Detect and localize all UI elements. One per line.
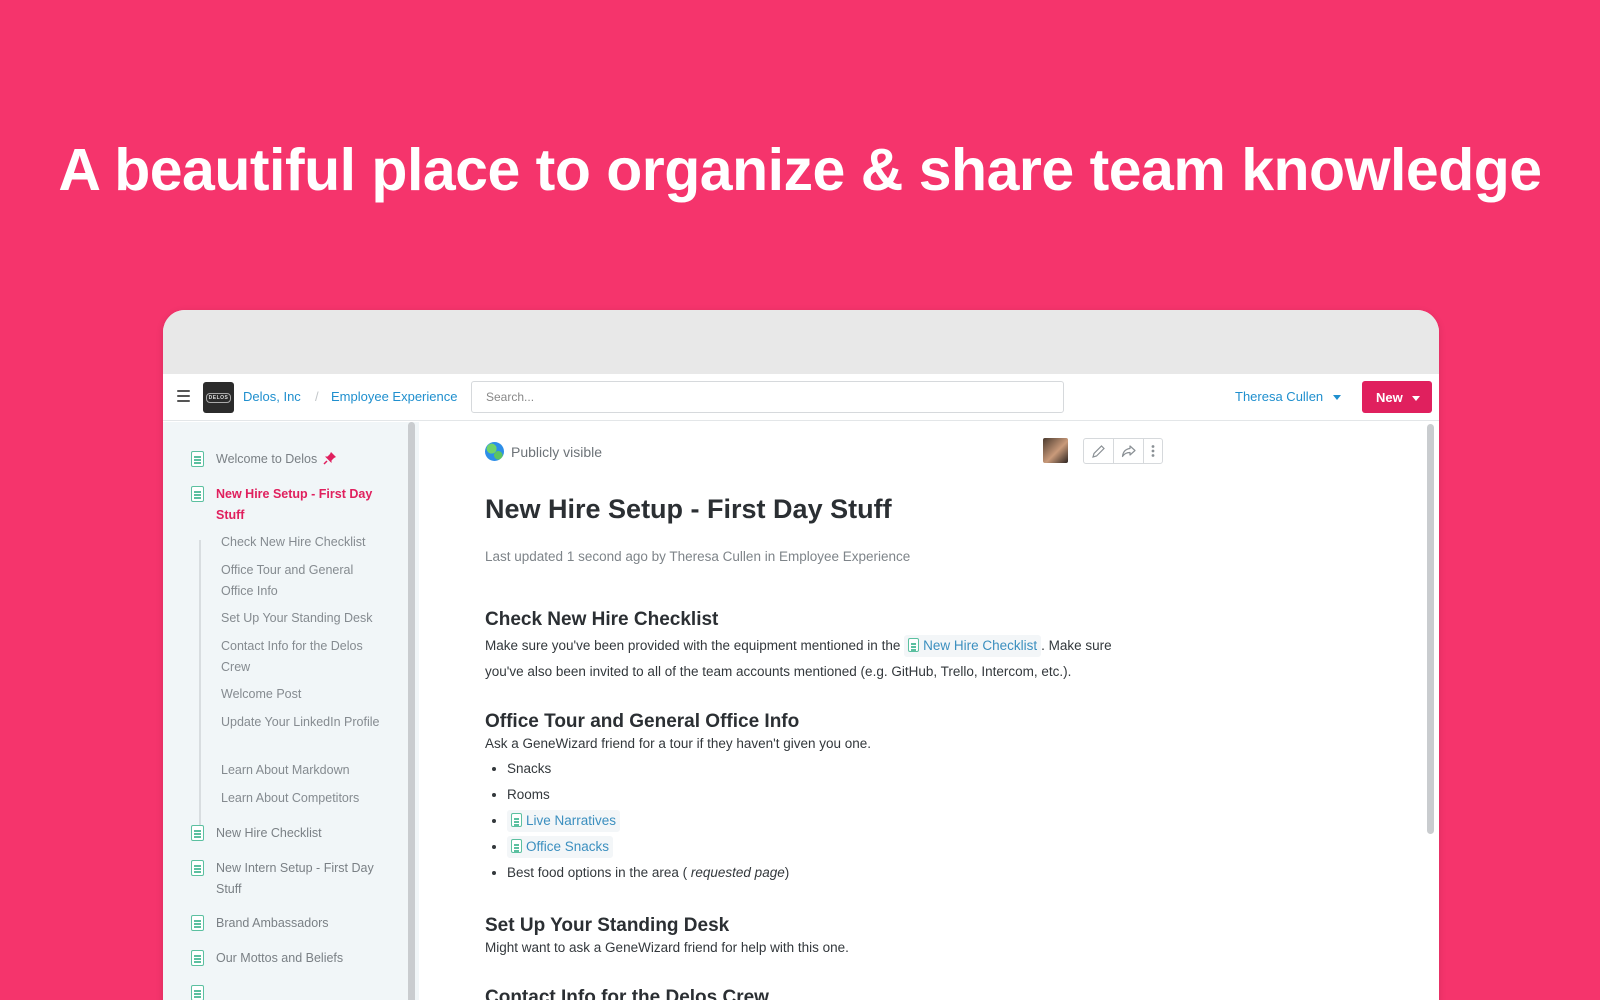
search-input[interactable] (471, 381, 1064, 413)
document-actions (1083, 438, 1163, 464)
sidebar-scrollbar[interactable] (408, 422, 415, 1000)
document-meta: Last updated 1 second ago by Theresa Cul… (485, 549, 911, 564)
sidebar-child-item[interactable]: Welcome Post (221, 684, 381, 705)
more-vertical-icon (1151, 445, 1155, 457)
sidebar-child-item[interactable]: Set Up Your Standing Desk (221, 608, 381, 629)
sidebar: Welcome to Delos New Hire Setup - First … (163, 422, 419, 1000)
document-icon (191, 915, 204, 931)
requested-page-link[interactable]: requested page (691, 865, 785, 880)
avatar[interactable] (1043, 438, 1068, 463)
document-icon (511, 839, 522, 853)
section-heading: Contact Info for the Delos Crew (485, 987, 769, 1000)
hero-headline: A beautiful place to organize & share te… (58, 137, 1542, 203)
doc-link-live-narratives[interactable]: Live Narratives (507, 810, 621, 832)
sidebar-child-item[interactable]: Learn About Competitors (221, 788, 381, 809)
user-menu[interactable]: Theresa Cullen (1235, 389, 1342, 404)
document-icon (191, 451, 204, 467)
bullet-list: Snacks Rooms Live Narratives Office Snac… (507, 756, 789, 886)
more-options-button[interactable] (1144, 439, 1162, 463)
edit-button[interactable] (1084, 439, 1114, 463)
new-button[interactable]: New (1362, 381, 1432, 413)
visibility-indicator: Publicly visible (485, 442, 602, 461)
section-heading: Check New Hire Checklist (485, 609, 719, 630)
document-icon (191, 985, 204, 1000)
section-paragraph: Ask a GeneWizard friend for a tour if th… (485, 736, 872, 751)
breadcrumb-collection[interactable]: Employee Experience (331, 389, 457, 404)
sidebar-item-new-hire-setup[interactable]: New Hire Setup - First Day Stuff (191, 484, 381, 526)
list-item: Best food options in the area ( requeste… (507, 860, 789, 886)
team-logo[interactable]: DELOS (203, 382, 234, 413)
doc-link-new-hire-checklist[interactable]: New Hire Checklist (904, 635, 1042, 657)
list-item: Rooms (507, 782, 789, 808)
sidebar-child-item[interactable]: Contact Info for the Delos Crew (221, 636, 381, 678)
app-window: DELOS Delos, Inc / Employee Experience T… (163, 310, 1439, 1000)
document-icon (191, 950, 204, 966)
section-paragraph: Make sure you've been provided with the … (485, 633, 1155, 685)
share-icon (1121, 445, 1136, 458)
share-button[interactable] (1114, 439, 1144, 463)
section-paragraph: Might want to ask a GeneWizard friend fo… (485, 940, 849, 955)
tree-line (199, 540, 201, 830)
document-title: New Hire Setup - First Day Stuff (485, 494, 892, 524)
breadcrumb-org[interactable]: Delos, Inc (243, 389, 301, 404)
sidebar-item-welcome[interactable]: Welcome to Delos (191, 449, 381, 470)
section-heading: Set Up Your Standing Desk (485, 915, 730, 936)
top-bar: DELOS Delos, Inc / Employee Experience T… (163, 374, 1439, 421)
pencil-icon (1092, 444, 1105, 458)
user-name: Theresa Cullen (1235, 389, 1324, 404)
sidebar-child-item[interactable]: Update Your LinkedIn Profile (221, 712, 381, 733)
hamburger-menu-icon[interactable] (177, 390, 190, 402)
list-item: Snacks (507, 756, 789, 782)
document-icon (191, 486, 204, 502)
document-icon (191, 825, 204, 841)
sidebar-item-new-intern-setup[interactable]: New Intern Setup - First Day Stuff (191, 858, 381, 900)
sidebar-child-item[interactable]: Learn About Markdown (221, 760, 381, 781)
sidebar-child-item[interactable]: Office Tour and General Office Info (221, 560, 381, 602)
sidebar-item-mottos-beliefs[interactable]: Our Mottos and Beliefs (191, 948, 381, 969)
document-icon (908, 638, 920, 652)
chevron-down-icon (1411, 395, 1420, 401)
main-scrollbar[interactable] (1427, 424, 1434, 834)
sidebar-item-brand-ambassadors[interactable]: Brand Ambassadors (191, 913, 381, 934)
doc-link-office-snacks[interactable]: Office Snacks (507, 836, 614, 858)
pin-icon (323, 452, 337, 465)
document-icon (191, 860, 204, 876)
breadcrumb-separator: / (315, 389, 319, 404)
sidebar-item-new-hire-checklist[interactable]: New Hire Checklist (191, 823, 381, 844)
section-heading: Office Tour and General Office Info (485, 711, 800, 732)
chevron-down-icon (1333, 395, 1342, 401)
globe-icon (485, 442, 504, 461)
list-item: Office Snacks (507, 834, 789, 860)
list-item: Live Narratives (507, 808, 789, 834)
sidebar-child-item[interactable]: Check New Hire Checklist (221, 532, 381, 553)
browser-chrome (163, 310, 1439, 374)
document-icon (511, 813, 522, 827)
